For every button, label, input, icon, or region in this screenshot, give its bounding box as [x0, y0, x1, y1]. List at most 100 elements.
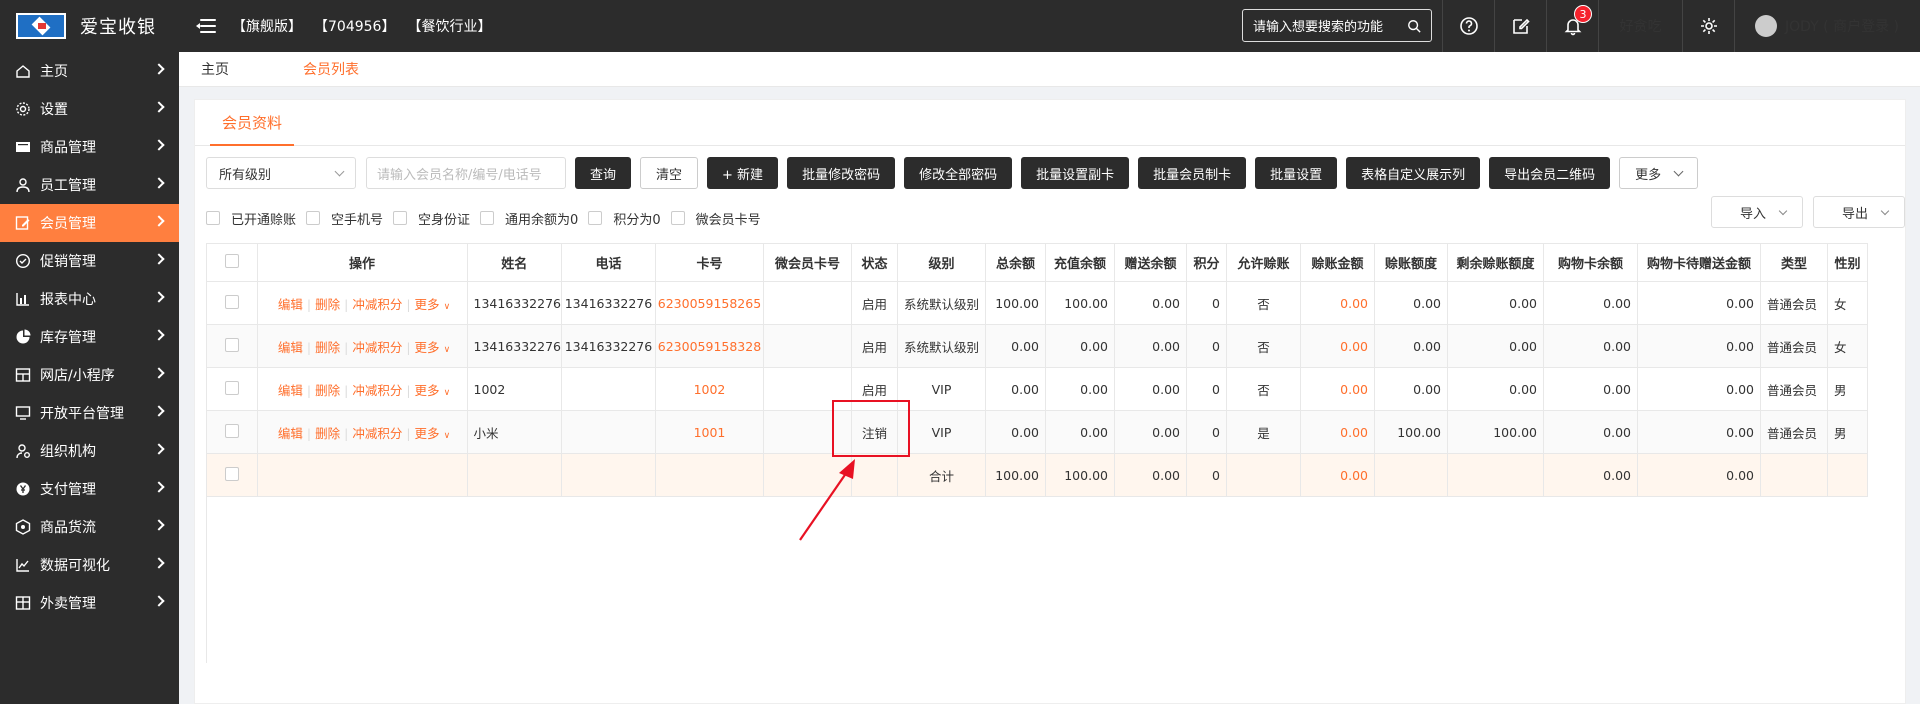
export-button[interactable]: 导出 — [1813, 196, 1905, 228]
sidebar-item-14[interactable]: 外卖管理 — [0, 584, 179, 622]
app-logo[interactable]: 爱宝收银 — [0, 0, 179, 52]
column-header[interactable]: 购物卡待赠送金额 — [1637, 243, 1761, 282]
cell-card[interactable]: 6230059158328 — [655, 324, 764, 368]
filter-option-5[interactable]: 微会员卡号 — [670, 209, 761, 228]
row-action-1[interactable]: 删除 — [311, 297, 344, 312]
column-header[interactable]: 卡号 — [655, 243, 764, 282]
sidebar-item-4[interactable]: 会员管理 — [0, 204, 179, 242]
column-header[interactable]: 购物卡余额 — [1543, 243, 1638, 282]
row-action-3[interactable]: 更多 — [411, 297, 444, 312]
sidebar-item-2[interactable]: 商品管理 — [0, 128, 179, 166]
column-header[interactable]: 充值余额 — [1045, 243, 1115, 282]
filter-option-2[interactable]: 空身份证 — [393, 209, 470, 228]
checkbox[interactable] — [670, 211, 685, 225]
column-header[interactable]: 剩余赊账额度 — [1447, 243, 1544, 282]
level-select[interactable]: 所有级别 — [206, 157, 356, 189]
row-action-2[interactable]: 冲减积分 — [348, 426, 406, 441]
sidebar-item-8[interactable]: 网店/小程序 — [0, 356, 179, 394]
sidebar-item-13[interactable]: 数据可视化 — [0, 546, 179, 584]
custom-columns-button[interactable]: 表格自定义展示列 — [1346, 157, 1481, 189]
notification-bell[interactable]: 3 — [1546, 0, 1598, 52]
edit-note-icon[interactable] — [1494, 0, 1546, 52]
row-checkbox[interactable] — [224, 294, 239, 309]
row-action-0[interactable]: 编辑 — [274, 297, 307, 312]
column-header[interactable]: 赊账额度 — [1374, 243, 1448, 282]
column-header[interactable]: 赠送余额 — [1114, 243, 1187, 282]
clear-button[interactable]: 清空 — [640, 157, 699, 189]
column-header[interactable]: 积分 — [1186, 243, 1227, 282]
sidebar-item-9[interactable]: 开放平台管理 — [0, 394, 179, 432]
column-header[interactable]: 操作 — [257, 243, 468, 282]
column-header[interactable]: 微会员卡号 — [763, 243, 852, 282]
sidebar-item-10[interactable]: 组织机构 — [0, 432, 179, 470]
shop-switcher[interactable]: 好贪吃 — [1598, 0, 1682, 52]
sidebar-item-7[interactable]: 库存管理 — [0, 318, 179, 356]
help-icon[interactable] — [1442, 0, 1494, 52]
sidebar-item-12[interactable]: 商品货流 — [0, 508, 179, 546]
row-action-3[interactable]: 更多 — [411, 340, 444, 355]
sidebar-item-0[interactable]: 主页 — [0, 52, 179, 90]
sidebar-item-3[interactable]: 员工管理 — [0, 166, 179, 204]
row-action-3[interactable]: 更多 — [411, 383, 444, 398]
row-action-0[interactable]: 编辑 — [274, 426, 307, 441]
row-action-1[interactable]: 删除 — [311, 426, 344, 441]
select-all-checkbox[interactable] — [224, 253, 239, 268]
column-header[interactable]: 电话 — [561, 243, 656, 282]
menu-toggle-icon[interactable] — [196, 17, 218, 35]
member-search-input[interactable]: 请输入会员名称/编号/电话号 — [366, 157, 566, 189]
row-action-2[interactable]: 冲减积分 — [348, 383, 406, 398]
sidebar-item-6[interactable]: 报表中心 — [0, 280, 179, 318]
export-qrcode-button[interactable]: 导出会员二维码 — [1489, 157, 1611, 189]
checkbox[interactable] — [588, 211, 603, 225]
cell-card[interactable]: 6230059158265 — [655, 281, 764, 325]
new-member-button[interactable]: + 新建 — [707, 157, 779, 189]
row-action-0[interactable]: 编辑 — [274, 340, 307, 355]
tab-home[interactable]: 主页 — [201, 59, 229, 79]
checkbox[interactable] — [393, 211, 408, 225]
tab-member-list[interactable]: 会员列表 — [303, 59, 359, 79]
column-header[interactable]: 赊账金额 — [1300, 243, 1375, 282]
filter-option-1[interactable]: 空手机号 — [306, 209, 383, 228]
row-action-1[interactable]: 删除 — [311, 340, 344, 355]
column-header[interactable]: 姓名 — [467, 243, 562, 282]
user-menu[interactable]: JODY ( 商户登录 ) — [1734, 0, 1919, 52]
change-all-password-button[interactable]: 修改全部密码 — [904, 157, 1013, 189]
batch-settings-button[interactable]: 批量设置 — [1255, 157, 1338, 189]
column-header[interactable]: 状态 — [851, 243, 898, 282]
tab-member-info[interactable]: 会员资料 — [210, 100, 295, 146]
row-action-2[interactable]: 冲减积分 — [348, 297, 406, 312]
sidebar-item-11[interactable]: 支付管理 — [0, 470, 179, 508]
row-action-0[interactable]: 编辑 — [274, 383, 307, 398]
column-header[interactable]: 总余额 — [985, 243, 1046, 282]
row-action-1[interactable]: 删除 — [311, 383, 344, 398]
row-checkbox[interactable] — [224, 380, 239, 395]
filter-option-0[interactable]: 已开通赊账 — [206, 209, 296, 228]
function-search-input[interactable]: 请输入想要搜索的功能 — [1242, 9, 1432, 42]
batch-change-password-button[interactable]: 批量修改密码 — [787, 157, 896, 189]
cell-card[interactable]: 1001 — [655, 410, 764, 454]
cell-card[interactable]: 1002 — [655, 367, 764, 411]
checkbox[interactable] — [306, 211, 321, 225]
row-checkbox[interactable] — [224, 423, 239, 438]
row-action-2[interactable]: 冲减积分 — [348, 340, 406, 355]
filter-option-3[interactable]: 通用余额为0 — [480, 209, 578, 228]
sidebar-item-5[interactable]: 促销管理 — [0, 242, 179, 280]
row-action-3[interactable]: 更多 — [411, 426, 444, 441]
column-header[interactable]: 级别 — [897, 243, 986, 282]
sidebar-item-1[interactable]: 设置 — [0, 90, 179, 128]
column-header[interactable]: 允许赊账 — [1226, 243, 1301, 282]
batch-set-subcard-button[interactable]: 批量设置副卡 — [1021, 157, 1130, 189]
column-header[interactable]: 类型 — [1760, 243, 1828, 282]
checkbox[interactable] — [480, 211, 495, 225]
query-button[interactable]: 查询 — [575, 157, 632, 189]
settings-gear-icon[interactable] — [1682, 0, 1734, 52]
filter-option-4[interactable]: 积分为0 — [588, 209, 661, 228]
checkbox[interactable] — [206, 211, 220, 225]
row-checkbox[interactable] — [224, 337, 239, 352]
row-checkbox[interactable] — [224, 466, 239, 481]
more-button[interactable]: 更多 — [1619, 157, 1699, 189]
summary-gift: 0.00 — [1114, 453, 1187, 497]
column-header[interactable]: 性别 — [1827, 243, 1868, 282]
batch-make-card-button[interactable]: 批量会员制卡 — [1138, 157, 1247, 189]
import-button[interactable]: 导入 — [1711, 196, 1803, 228]
